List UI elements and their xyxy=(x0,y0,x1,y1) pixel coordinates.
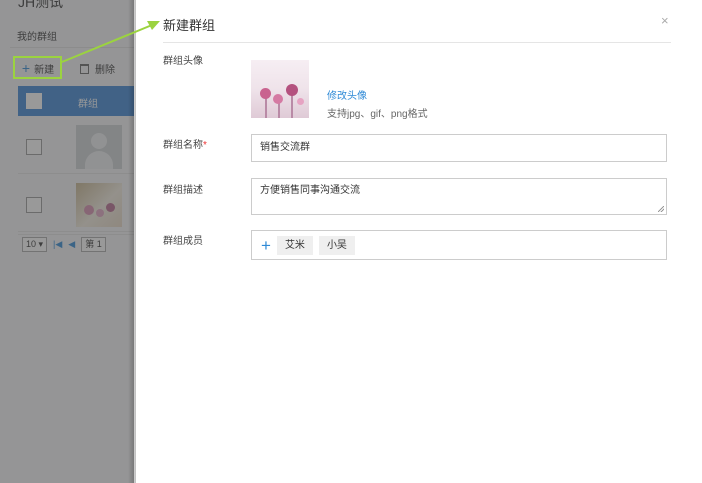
group-avatar-image xyxy=(251,60,309,118)
first-page-icon[interactable]: |◀ xyxy=(53,239,62,250)
row-checkbox[interactable] xyxy=(26,139,42,155)
group-description-textarea[interactable]: 方便销售同事沟通交流 xyxy=(251,178,667,215)
change-avatar-link[interactable]: 修改头像 xyxy=(327,87,367,102)
trash-icon xyxy=(80,63,89,74)
dialog-title: 新建群组 xyxy=(163,18,216,33)
table-header-group: 群组 xyxy=(78,99,98,110)
tab-divider xyxy=(10,47,134,48)
prev-page-icon[interactable]: ◀ xyxy=(68,239,75,250)
avatar-format-hint: 支持jpg、gif、png格式 xyxy=(327,109,428,120)
select-all-checkbox[interactable] xyxy=(26,93,42,109)
row-divider xyxy=(18,173,134,174)
row-divider xyxy=(18,231,134,232)
page-number-input[interactable]: 第 1 xyxy=(81,237,106,252)
row-checkbox[interactable] xyxy=(26,197,42,213)
name-label: 群组名称* xyxy=(163,136,207,151)
group-avatar-photo xyxy=(76,183,122,227)
name-label-text: 群组名称 xyxy=(163,140,203,151)
members-field[interactable]: + 艾米 小吴 xyxy=(251,230,667,260)
add-member-icon[interactable]: + xyxy=(261,237,271,254)
group-avatar-default xyxy=(76,125,122,169)
tab-my-groups[interactable]: 我的群组 xyxy=(17,28,57,43)
app-title: JH测试 xyxy=(18,0,64,10)
new-button-highlight xyxy=(13,56,62,79)
dialog-divider xyxy=(163,42,671,43)
member-tag[interactable]: 艾米 xyxy=(276,235,313,255)
drawer-shadow xyxy=(128,0,136,483)
delete-group-button[interactable]: 删除 xyxy=(80,61,115,76)
description-label: 群组描述 xyxy=(163,185,203,196)
new-group-dialog: 新建群组 × 群组头像 修改头像 支持jpg、gif、png格式 群组名称* 销… xyxy=(136,0,702,483)
group-name-input[interactable]: 销售交流群 xyxy=(251,134,667,162)
description-text: 方便销售同事沟通交流 xyxy=(260,185,360,196)
table-header: 群组 xyxy=(18,86,134,116)
close-icon[interactable]: × xyxy=(661,13,669,28)
pagination-bar: 10 ▾ |◀ ◀ 第 1 xyxy=(18,234,134,254)
required-mark: * xyxy=(203,140,207,151)
avatar-label: 群组头像 xyxy=(163,56,203,67)
page-size-select[interactable]: 10 ▾ xyxy=(22,237,48,252)
delete-button-label: 删除 xyxy=(95,65,115,76)
resize-handle-icon[interactable] xyxy=(658,206,664,212)
members-label: 群组成员 xyxy=(163,236,203,247)
member-tag[interactable]: 小吴 xyxy=(318,235,355,255)
